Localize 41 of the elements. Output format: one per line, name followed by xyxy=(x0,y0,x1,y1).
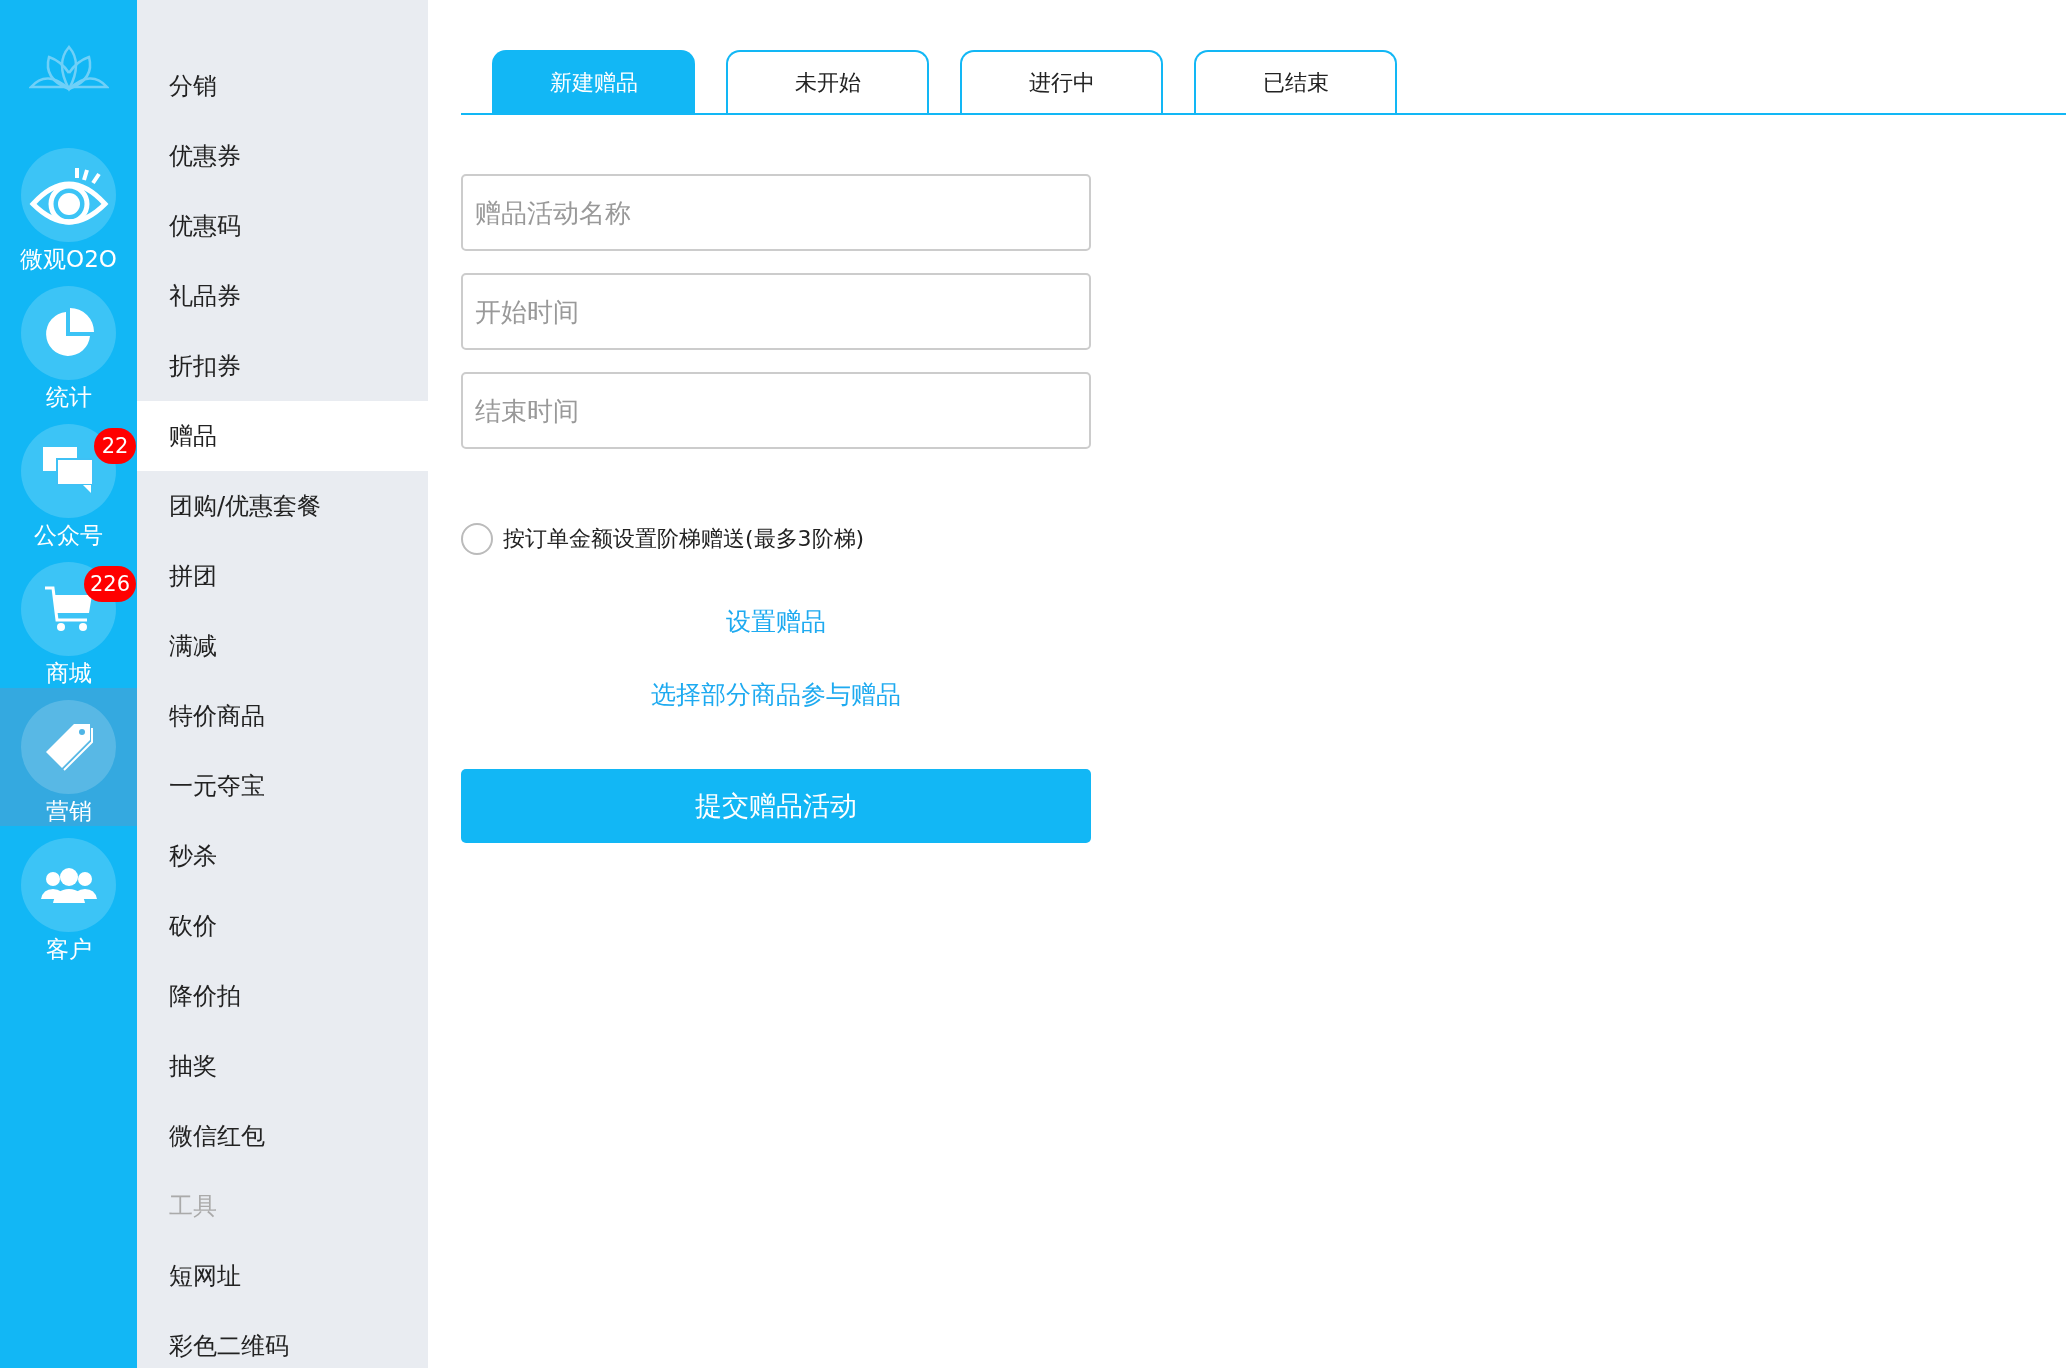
input-field[interactable]: 赠品活动名称 xyxy=(461,174,1091,251)
menu-item[interactable]: 微信红包 xyxy=(137,1101,428,1171)
people-icon xyxy=(40,867,97,903)
menu-item[interactable]: 折扣券 xyxy=(137,331,428,401)
pie-chart-icon xyxy=(43,308,94,358)
nav-label: 商城 xyxy=(45,659,92,688)
menu-item[interactable]: 砍价 xyxy=(137,891,428,961)
tab[interactable]: 已结束 xyxy=(1194,50,1397,113)
nav-label: 统计 xyxy=(45,383,92,412)
menu-item[interactable]: 降价拍 xyxy=(137,961,428,1031)
radio-button[interactable] xyxy=(461,523,493,555)
tab[interactable]: 未开始 xyxy=(726,50,929,113)
menu-item[interactable]: 抽奖 xyxy=(137,1031,428,1101)
menu-item[interactable]: 拼团 xyxy=(137,541,428,611)
menu-item[interactable]: 特价商品 xyxy=(137,681,428,751)
menu-item[interactable]: 礼品券 xyxy=(137,261,428,331)
menu-item[interactable]: 赠品 xyxy=(137,401,428,471)
menu-item[interactable]: 分销 xyxy=(137,51,428,121)
menu-item[interactable]: 一元夺宝 xyxy=(137,751,428,821)
input-field[interactable]: 结束时间 xyxy=(461,372,1091,449)
nav-item[interactable]: 226 商城 xyxy=(0,550,137,688)
option-label: 按订单金额设置阶梯赠送(最多3阶梯) xyxy=(503,525,865,553)
menu-item[interactable]: 优惠码 xyxy=(137,191,428,261)
nav-label: 公众号 xyxy=(34,521,103,550)
lotus-logo-icon xyxy=(28,43,109,93)
chat-icon xyxy=(42,447,95,495)
nav-label: 微观O2O xyxy=(20,245,117,274)
count-badge: 226 xyxy=(83,566,136,602)
menu-section-heading: 工具 xyxy=(168,1191,218,1222)
menu-item[interactable]: 优惠券 xyxy=(137,121,428,191)
nav-label: 营销 xyxy=(45,797,92,826)
menu-item[interactable]: 团购/优惠套餐 xyxy=(137,471,428,541)
nav-label: 客户 xyxy=(45,935,92,964)
menu-item[interactable]: 秒杀 xyxy=(137,821,428,891)
menu-item[interactable]: 彩色二维码 xyxy=(137,1311,428,1368)
nav-item[interactable]: 22 公众号 xyxy=(0,412,137,550)
input-field[interactable]: 开始时间 xyxy=(461,273,1091,350)
tab[interactable]: 进行中 xyxy=(960,50,1163,113)
menu-item[interactable]: 满减 xyxy=(137,611,428,681)
menu-item[interactable]: 短网址 xyxy=(137,1241,428,1311)
count-badge: 22 xyxy=(94,428,136,464)
